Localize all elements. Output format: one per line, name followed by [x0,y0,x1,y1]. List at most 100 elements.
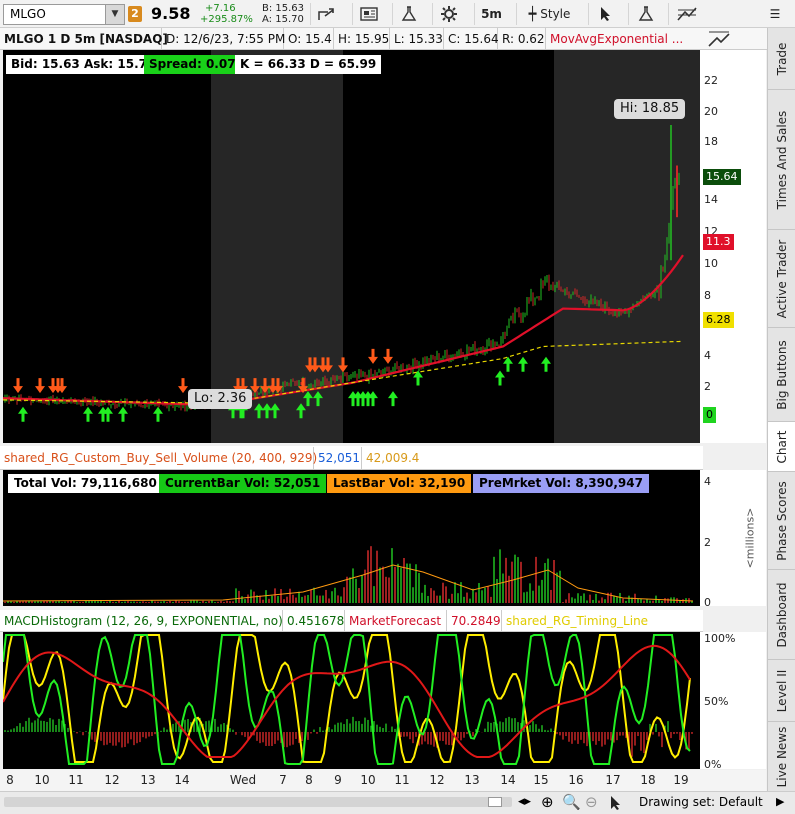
scrollbar-thumb[interactable] [488,797,502,807]
high-price-label: Hi: 18.85 [614,99,685,119]
buy-arrow [495,371,505,386]
studies-flask-icon[interactable] [628,3,662,25]
crosshair-icon[interactable]: ⊕ [541,793,554,811]
bar-low: L: 15.33 [390,28,444,50]
tab-trade[interactable]: Trade [768,28,795,90]
drawing-set-label[interactable]: Drawing set: Default [639,795,763,809]
chart-title: MLGO 1 D 5m [NASDAQ] [0,28,162,50]
timing-line-name[interactable]: shared_RG_Timing_Line [502,610,652,632]
spread-box: Spread: 0.07 [144,55,241,74]
volume-study-name[interactable]: shared_RG_Custom_Buy_Sell_Volume (20, 40… [0,447,314,469]
volume-header: shared_RG_Custom_Buy_Sell_Volume (20, 40… [0,446,703,470]
menu-icon[interactable]: ☰ [760,3,790,25]
bid-box: Bid: 15.63 [6,55,85,74]
news-icon[interactable] [352,3,384,25]
vol-tick: 0 [704,596,711,609]
tab-dashboard[interactable]: Dashboard [768,570,795,660]
sell-arrow [13,378,23,393]
last-bar-volume-box: LastBar Vol: 32,190 [327,474,471,493]
time-axis-corner [700,770,766,791]
tab-big-buttons[interactable]: Big Buttons [768,328,795,422]
y-tick: 14 [704,193,718,206]
tab-level-ii[interactable]: Level II [768,660,795,722]
chart-scale-icon[interactable] [707,30,731,48]
x-tick: 18 [640,773,655,787]
time-axis[interactable]: 8 10 11 12 13 14 Wed 7 8 9 10 11 12 13 14 15 16 17 18 19 [0,770,703,791]
y-tick: 20 [704,105,718,118]
buy-arrow [503,357,513,372]
x-tick: 9 [334,773,342,787]
x-tick: 10 [360,773,375,787]
macd-study-name[interactable]: MACDHistogram (12, 26, 9, EXPONENTIAL, n… [0,610,283,632]
x-tick: 17 [605,773,620,787]
bar-date: D: 12/6/23, 7:55 PM [162,28,284,50]
volume-axis[interactable]: 4 2 0 <millions> [700,470,766,606]
macd-value: 0.451678 [283,610,345,632]
study-label[interactable]: MovAvgExponential ... [546,28,686,50]
scroll-arrows-icon[interactable]: ◂▸ [518,794,531,809]
bar-range: R: 0.62 [498,28,546,50]
horizontal-scrollbar[interactable] [4,797,512,807]
pointer-icon[interactable] [609,795,623,811]
x-tick: 12 [104,773,119,787]
flask-icon[interactable] [392,3,424,25]
drawing-set-dropdown-icon[interactable]: ▶ [776,795,784,808]
price-axis[interactable]: 22 20 18 14 12 10 8 4 2 15.64 11.3 6.28 … [700,50,766,443]
y-tick: 10 [704,257,718,270]
x-tick: 10 [34,773,49,787]
vol-tick: 4 [704,475,711,488]
toolbar-ask: A: 15.70 [262,14,304,25]
current-bar-volume-box: CurrentBar Vol: 52,051 [159,474,326,493]
volume-value-2: 42,009.4 [362,447,420,469]
price-chart[interactable] [3,50,700,443]
ema-fast-tag: 11.3 [703,234,734,250]
kd-box: K = 66.33 D = 65.99 [235,55,381,74]
sell-arrow [178,378,188,393]
candles-icon: ┿ [529,7,537,22]
y-tick: 2 [704,380,711,393]
tab-phase-scores[interactable]: Phase Scores [768,472,795,570]
buy-arrow [518,357,528,372]
share-icon[interactable] [310,3,342,25]
bottom-bar: ◂▸ ⊕ 🔍 ⊖ Drawing set: Default ▶ [0,791,795,814]
x-tick: 13 [464,773,479,787]
zoom-out-icon[interactable]: ⊖ [585,793,598,811]
y-tick: 8 [704,289,711,302]
bar-close: C: 15.64 [444,28,498,50]
market-forecast-name[interactable]: MarketForecast [345,610,447,632]
bar-open: O: 15.4 [284,28,334,50]
low-price-label: Lo: 2.36 [188,389,252,409]
buy-arrow [388,391,398,406]
x-tick: 13 [140,773,155,787]
macd-tick: 50% [704,695,728,708]
x-tick: 14 [174,773,189,787]
timeframe-button[interactable]: 5m [474,3,508,25]
zoom-in-icon[interactable]: 🔍 [562,793,581,811]
x-tick: 11 [394,773,409,787]
y-tick: 4 [704,349,711,362]
tab-active-trader[interactable]: Active Trader [768,230,795,328]
level-badge[interactable]: 2 [128,6,142,22]
macd-axis[interactable]: 100% 50% 0% [700,632,766,769]
y-tick: 22 [704,74,718,87]
market-forecast-value: 70.2849 [447,610,502,632]
symbol-dropdown-icon[interactable]: ▼ [105,5,124,24]
macd-chart-svg [3,632,700,769]
drawings-icon[interactable] [668,3,704,25]
zero-tag: 0 [703,407,716,423]
vol-tick: 2 [704,536,711,549]
tab-live-news[interactable]: Live News [768,722,795,791]
buy-arrow [18,407,28,422]
macd-chart[interactable] [3,632,700,769]
cursor-icon[interactable] [588,3,622,25]
tab-chart[interactable]: Chart [768,422,795,472]
percent-change: +295.87% [200,14,253,25]
tab-times-and-sales[interactable]: Times And Sales [768,90,795,230]
style-button[interactable]: ┿ Style [516,3,582,25]
macd-header: MACDHistogram (12, 26, 9, EXPONENTIAL, n… [0,610,703,632]
ask-box: Ask: 15.7 [79,55,152,74]
x-tick: 8 [6,773,14,787]
gear-icon[interactable] [432,3,464,25]
style-label: Style [540,7,570,21]
toolbar-bid: B: 15.63 [262,3,304,14]
